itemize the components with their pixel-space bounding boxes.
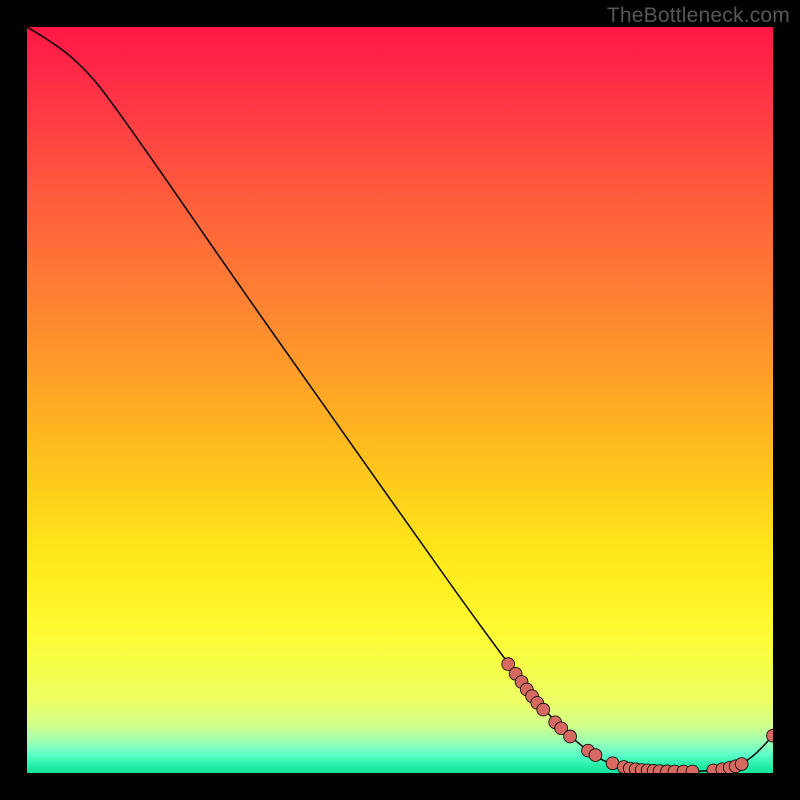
- data-marker: [589, 749, 602, 762]
- chart-svg: [27, 27, 773, 773]
- plot-area: [27, 27, 773, 773]
- chart-stage: TheBottleneck.com: [0, 0, 800, 800]
- data-marker: [537, 703, 550, 716]
- data-marker: [735, 758, 748, 771]
- data-marker: [564, 730, 577, 743]
- watermark-text: TheBottleneck.com: [607, 4, 790, 28]
- gradient-background: [27, 27, 773, 773]
